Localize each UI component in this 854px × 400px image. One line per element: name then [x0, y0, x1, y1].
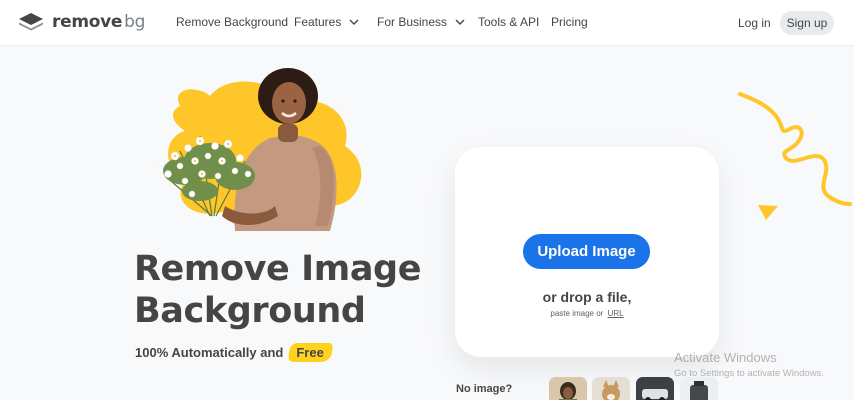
upload-image-button[interactable]: Upload Image	[523, 234, 650, 269]
nav-label: Tools & API	[478, 15, 540, 29]
nav-label: For Business	[377, 15, 448, 29]
windows-watermark-title: Activate Windows	[674, 350, 777, 365]
login-link[interactable]: Log in	[738, 16, 771, 30]
signup-button[interactable]: Sign up	[780, 11, 834, 35]
drop-file-text: or drop a file,	[542, 289, 632, 305]
hero-subline: 100% Automatically and Free	[135, 343, 333, 362]
subline-text: 100% Automatically and	[135, 345, 284, 360]
squiggle-decoration	[738, 92, 852, 206]
paste-text: paste image or	[550, 309, 604, 318]
nav-label: Features	[294, 15, 342, 29]
hero-illustration	[158, 68, 362, 231]
url-link[interactable]: URL	[608, 309, 624, 318]
headline-line-1: Remove Image	[134, 249, 422, 289]
nav-for-business[interactable]: For Business	[377, 15, 465, 29]
sample-thumbnail-product[interactable]	[680, 377, 718, 400]
page: remove bg Remove Background Features For …	[0, 0, 854, 400]
windows-watermark-subtitle: Go to Settings to activate Windows.	[674, 368, 824, 379]
nav-remove-background[interactable]: Remove Background	[176, 15, 288, 29]
paste-hint: paste image or URL	[455, 309, 719, 318]
chevron-down-icon	[349, 19, 359, 25]
hero-headline: Remove Image Background	[134, 248, 454, 332]
logo-stack-icon	[19, 13, 43, 31]
sample-thumbnail-dog[interactable]	[592, 377, 630, 400]
top-navigation: remove bg Remove Background Features For …	[0, 0, 854, 46]
sample-thumbnail-woman[interactable]	[549, 377, 587, 400]
headline-line-2: Background	[134, 291, 366, 331]
brand-logo[interactable]: remove bg	[18, 12, 145, 32]
logo-wordmark: remove bg	[52, 12, 146, 32]
triangle-decoration	[758, 205, 778, 220]
free-badge: Free	[289, 343, 332, 362]
nav-pricing[interactable]: Pricing	[551, 15, 588, 29]
chevron-down-icon	[455, 19, 465, 25]
upload-card[interactable]: Upload Image or drop a file, paste image…	[455, 147, 719, 357]
no-image-heading: No image?	[456, 383, 513, 395]
nav-features[interactable]: Features	[294, 15, 359, 29]
sample-thumbnail-car[interactable]	[636, 377, 674, 400]
nav-label: Pricing	[551, 15, 588, 29]
nav-label: Remove Background	[176, 15, 289, 29]
nav-tools-api[interactable]: Tools & API	[478, 15, 539, 29]
